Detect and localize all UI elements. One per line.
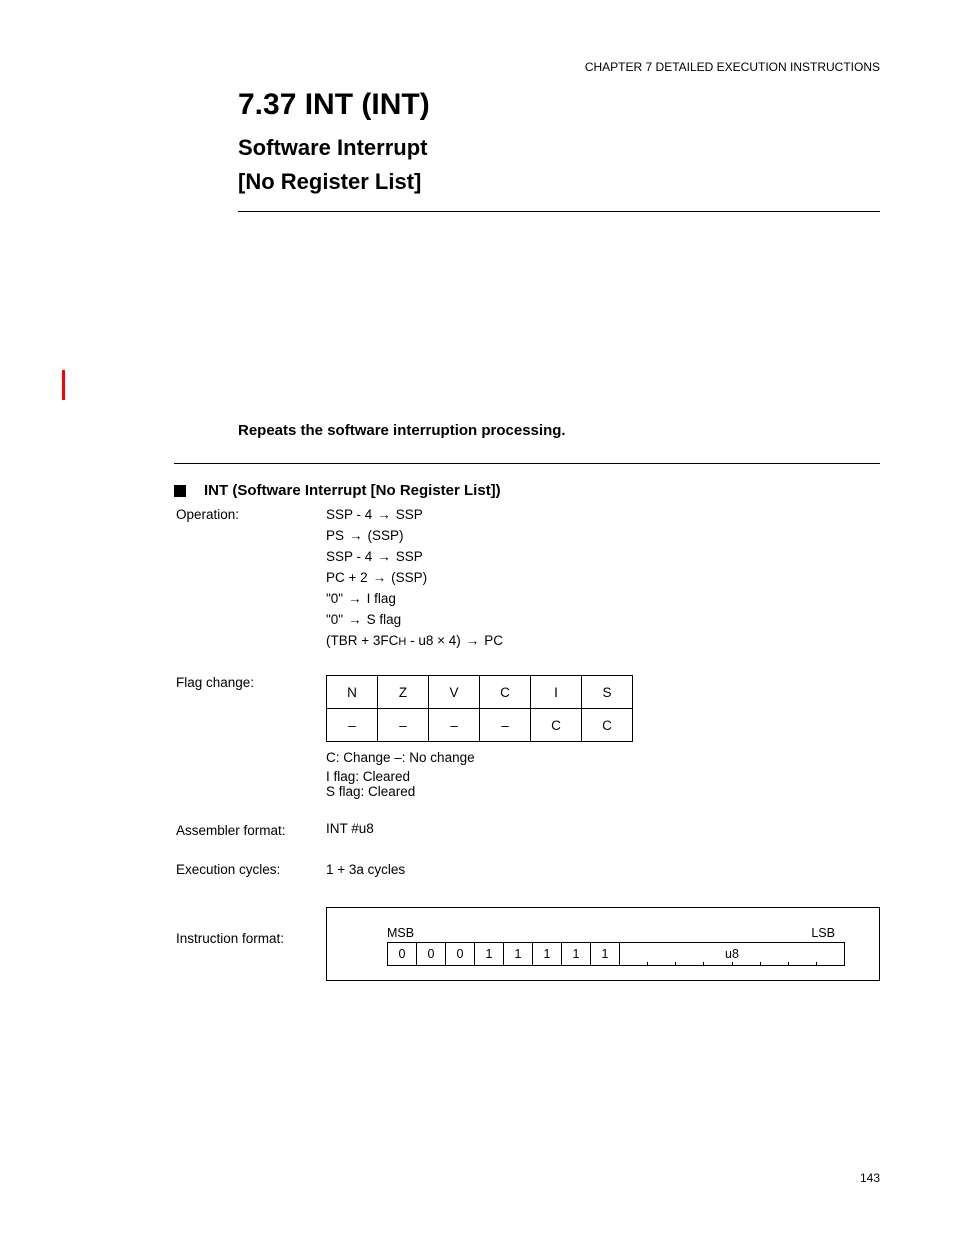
chapter-path: CHAPTER 7 DETAILED EXECUTION INSTRUCTION… — [585, 60, 880, 74]
operation-label: Operation: — [176, 505, 326, 651]
section-heading: INT (Software Interrupt [No Register Lis… — [204, 482, 501, 499]
flag-note: I flag: Cleared — [326, 769, 880, 784]
operation-line: SSP - 4 → SSP — [326, 505, 423, 526]
opcode-bit: 1 — [504, 943, 533, 966]
operation-line: "0" → I flag — [326, 589, 396, 610]
flag-header: N — [327, 676, 378, 709]
flag-note: S flag: Cleared — [326, 784, 880, 799]
operation-line: PS → (SSP) — [326, 526, 404, 547]
title-line-2: [No Register List] — [238, 168, 880, 196]
divider — [238, 211, 880, 212]
summary-description: Repeats the software interruption proces… — [238, 422, 880, 439]
flag-header: V — [429, 676, 480, 709]
mnemonic-heading: 7.37 INT (INT) — [238, 88, 880, 122]
flag-value: – — [378, 709, 429, 742]
flag-header: S — [582, 676, 633, 709]
flag-value: – — [480, 709, 531, 742]
opcode-bit: 0 — [446, 943, 475, 966]
assembler-format-value: INT #u8 — [326, 821, 880, 836]
flag-header: C — [480, 676, 531, 709]
assembler-format-label: Assembler format: — [176, 823, 326, 838]
operation-line: PC + 2 → (SSP) — [326, 568, 427, 589]
operation-line: (TBR + 3FCH - u8 × 4) → PC — [326, 631, 503, 652]
title-line-1: Software Interrupt — [238, 134, 880, 162]
format-label: Instruction format: — [176, 907, 326, 946]
page-number: 143 — [860, 1171, 880, 1185]
flag-value: – — [429, 709, 480, 742]
opcode-bit: 1 — [533, 943, 562, 966]
opcode-table: 0 0 0 1 1 1 1 1 u8 — [387, 942, 845, 966]
operand-field: u8 — [725, 947, 739, 961]
lsb-label: LSB — [811, 926, 835, 940]
change-bar — [62, 370, 65, 400]
opcode-bit: 1 — [562, 943, 591, 966]
flag-value: C — [582, 709, 633, 742]
opcode-bit: 1 — [475, 943, 504, 966]
flag-value: C — [531, 709, 582, 742]
msb-label: MSB — [387, 926, 414, 940]
operation-line: SSP - 4 → SSP — [326, 547, 423, 568]
bullet-icon — [174, 485, 186, 497]
flag-value: – — [327, 709, 378, 742]
cycles-label: Execution cycles: — [176, 862, 326, 877]
flag-legend: C: Change –: No change — [326, 750, 880, 765]
opcode-bit: 0 — [417, 943, 446, 966]
divider — [174, 463, 880, 464]
opcode-bit: 1 — [591, 943, 620, 966]
flag-header: Z — [378, 676, 429, 709]
cycles-value: 1 + 3a cycles — [326, 862, 880, 877]
flag-change-label: Flag change: — [176, 675, 326, 690]
instruction-format-box: MSB LSB 0 0 0 1 1 1 1 1 — [326, 907, 880, 981]
opcode-bit: 0 — [388, 943, 417, 966]
bit-ticks — [620, 962, 844, 966]
flag-header: I — [531, 676, 582, 709]
flags-table: N Z V C I S – – – – C C — [326, 675, 633, 742]
operation-line: "0" → S flag — [326, 610, 401, 631]
